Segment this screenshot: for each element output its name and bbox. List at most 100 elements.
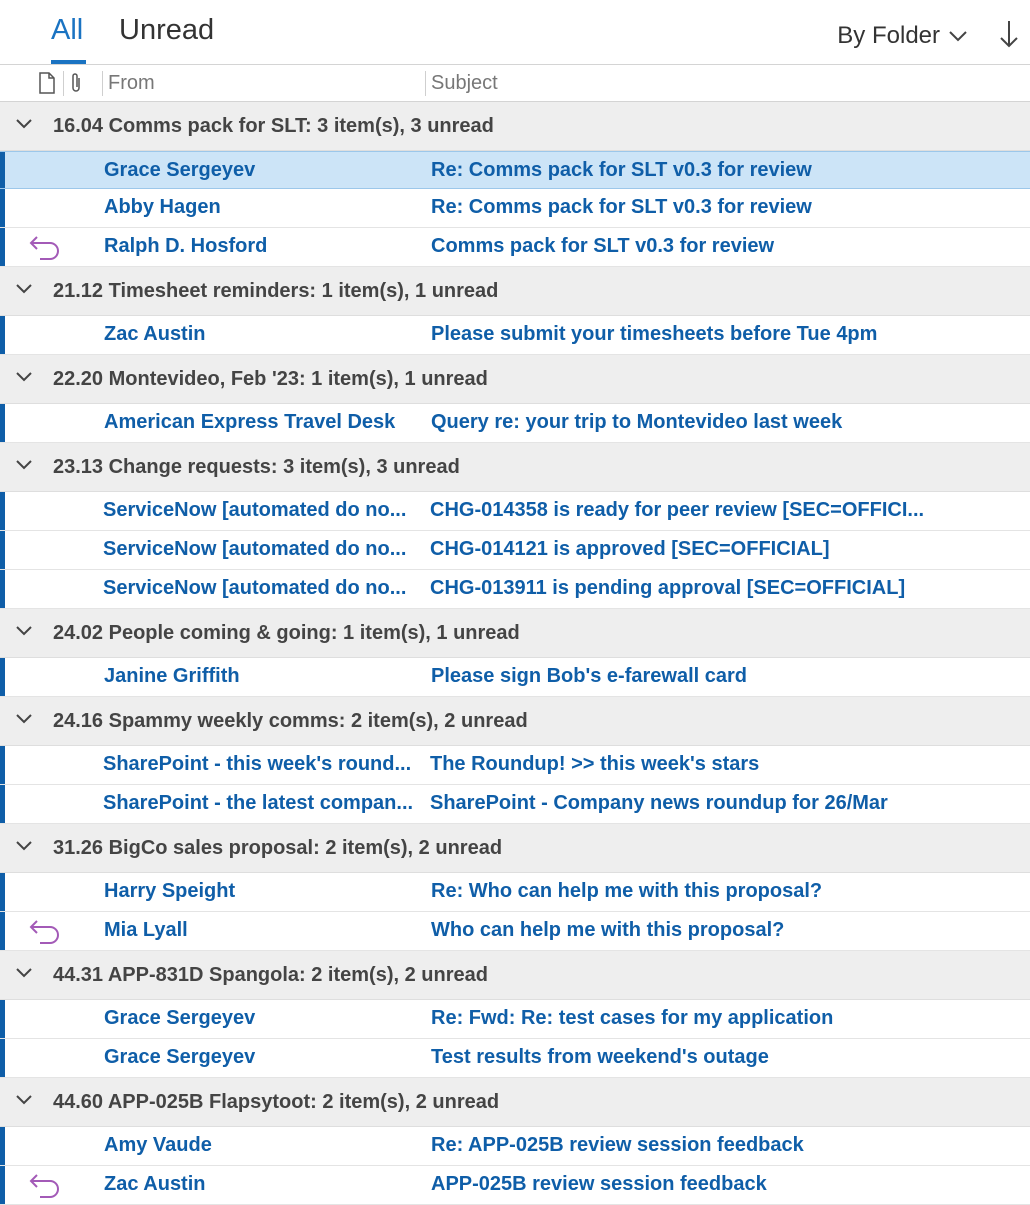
folder-group-label: 31.26 BigCo sales proposal: 2 item(s), 2… [53, 837, 503, 859]
folder-group-header[interactable]: 44.31 APP-831D Spangola: 2 item(s), 2 un… [0, 951, 1030, 1000]
chevron-down-icon [949, 31, 967, 42]
message-subject: CHG-014121 is approved [SEC=OFFICIAL] [430, 538, 830, 560]
folder-group-label: 44.31 APP-831D Spangola: 2 item(s), 2 un… [53, 964, 488, 986]
chevron-down-icon[interactable] [14, 370, 34, 384]
message-row[interactable]: Harry Speight Re: Who can help me with th… [0, 873, 1030, 912]
message-list: 16.04 Comms pack for SLT: 3 item(s), 3 u… [0, 102, 1030, 1205]
chevron-down-icon[interactable] [14, 624, 34, 638]
folder-group-label: 24.16 Spammy weekly comms: 2 item(s), 2 … [53, 710, 528, 732]
chevron-down-icon[interactable] [14, 282, 34, 296]
active-tab-indicator [51, 60, 86, 64]
chevron-down-icon[interactable] [14, 966, 34, 980]
message-row[interactable]: ServiceNow [automated do no... CHG-013911… [0, 570, 1030, 609]
unread-indicator [0, 316, 5, 354]
sort-direction-arrow-icon[interactable] [998, 18, 1020, 50]
unread-indicator [0, 658, 5, 696]
message-row[interactable]: Grace Sergeyev Test results from weekend'… [0, 1039, 1030, 1078]
message-sender: Amy Vaude [104, 1134, 212, 1156]
column-separator[interactable] [63, 71, 64, 96]
folder-group-header[interactable]: 24.02 People coming & going: 1 item(s), … [0, 609, 1030, 658]
message-sender: Janine Griffith [104, 665, 240, 687]
unread-indicator [0, 785, 5, 823]
message-row[interactable]: Grace Sergeyev Re: Comms pack for SLT v0.… [0, 151, 1030, 189]
chevron-down-icon[interactable] [14, 839, 34, 853]
message-sender: Grace Sergeyev [104, 159, 256, 181]
message-row[interactable]: Abby Hagen Re: Comms pack for SLT v0.3 fo… [0, 189, 1030, 228]
message-subject: Please submit your timesheets before Tue… [431, 323, 878, 345]
message-subject: Test results from weekend's outage [431, 1046, 769, 1068]
replied-icon [29, 1174, 59, 1198]
arrange-by-dropdown[interactable]: By Folder [837, 22, 968, 50]
unread-indicator [0, 912, 5, 950]
message-row[interactable]: American Express Travel Desk Query re: yo… [0, 404, 1030, 443]
column-header-subject[interactable]: Subject [431, 72, 498, 95]
message-subject: Comms pack for SLT v0.3 for review [431, 235, 775, 257]
message-sender: ServiceNow [automated do no... [103, 538, 407, 560]
tab-all[interactable]: All [51, 14, 83, 47]
chevron-down-icon[interactable] [14, 117, 34, 131]
message-subject: SharePoint - Company news roundup for 26… [430, 792, 888, 814]
folder-group-label: 44.60 APP-025B Flapsytoot: 2 item(s), 2 … [53, 1091, 500, 1113]
message-sender: SharePoint - the latest compan... [103, 792, 414, 814]
folder-group-header[interactable]: 16.04 Comms pack for SLT: 3 item(s), 3 u… [0, 102, 1030, 151]
unread-indicator [0, 1039, 5, 1077]
message-sender: ServiceNow [automated do no... [103, 499, 407, 521]
tab-unread[interactable]: Unread [119, 14, 214, 47]
message-sender: Mia Lyall [104, 919, 188, 941]
message-sender: SharePoint - this week's round... [103, 753, 412, 775]
folder-group-label: 21.12 Timesheet reminders: 1 item(s), 1 … [53, 280, 499, 302]
chevron-down-icon[interactable] [14, 1093, 34, 1107]
message-sender: Ralph D. Hosford [104, 235, 268, 257]
paperclip-icon[interactable] [68, 72, 84, 94]
folder-group-header[interactable]: 24.16 Spammy weekly comms: 2 item(s), 2 … [0, 697, 1030, 746]
message-subject: APP-025B review session feedback [431, 1173, 767, 1195]
replied-icon [29, 236, 59, 260]
folder-group-header[interactable]: 22.20 Montevideo, Feb '23: 1 item(s), 1 … [0, 355, 1030, 404]
column-separator[interactable] [102, 71, 103, 96]
folder-group-header[interactable]: 21.12 Timesheet reminders: 1 item(s), 1 … [0, 267, 1030, 316]
message-subject: Please sign Bob's e-farewall card [431, 665, 747, 687]
message-subject: Re: APP-025B review session feedback [431, 1134, 804, 1156]
column-header-bar: From Subject [0, 65, 1030, 102]
message-row[interactable]: ServiceNow [automated do no... CHG-014358… [0, 492, 1030, 531]
folder-group-label: 24.02 People coming & going: 1 item(s), … [53, 622, 520, 644]
message-row[interactable]: Mia Lyall Who can help me with this propo… [0, 912, 1030, 951]
chevron-down-icon[interactable] [14, 458, 34, 472]
message-row[interactable]: Amy Vaude Re: APP-025B review session fee… [0, 1127, 1030, 1166]
unread-indicator [0, 189, 5, 227]
message-row[interactable]: ServiceNow [automated do no... CHG-014121… [0, 531, 1030, 570]
message-subject: The Roundup! >> this week's stars [430, 753, 760, 775]
message-subject: CHG-013911 is pending approval [SEC=OFFI… [430, 577, 906, 599]
arrange-by-label: By Folder [837, 22, 940, 49]
message-row[interactable]: Zac Austin Please submit your timesheets … [0, 316, 1030, 355]
unread-indicator [0, 1166, 5, 1204]
column-separator[interactable] [425, 71, 426, 96]
unread-indicator [0, 570, 5, 608]
message-subject: Re: Comms pack for SLT v0.3 for review [431, 159, 812, 181]
message-subject: Re: Fwd: Re: test cases for my applicati… [431, 1007, 834, 1029]
message-row[interactable]: Zac Austin APP-025B review session feedba… [0, 1166, 1030, 1205]
message-row[interactable]: SharePoint - the latest compan... SharePo… [0, 785, 1030, 824]
message-subject: Query re: your trip to Montevideo last w… [431, 411, 843, 433]
folder-group-header[interactable]: 31.26 BigCo sales proposal: 2 item(s), 2… [0, 824, 1030, 873]
folder-group-header[interactable]: 44.60 APP-025B Flapsytoot: 2 item(s), 2 … [0, 1078, 1030, 1127]
document-icon[interactable] [38, 72, 56, 94]
unread-indicator [0, 228, 5, 266]
chevron-down-icon[interactable] [14, 712, 34, 726]
folder-group-header[interactable]: 23.13 Change requests: 3 item(s), 3 unre… [0, 443, 1030, 492]
view-filter-bar: All Unread By Folder [0, 0, 1030, 65]
message-sender: Zac Austin [104, 1173, 206, 1195]
unread-indicator [0, 531, 5, 569]
message-sender: Zac Austin [104, 323, 206, 345]
message-sender: ServiceNow [automated do no... [103, 577, 407, 599]
unread-indicator [0, 152, 5, 188]
message-row[interactable]: SharePoint - this week's round... The Rou… [0, 746, 1030, 785]
column-header-from[interactable]: From [108, 72, 155, 95]
message-subject: Re: Who can help me with this proposal? [431, 880, 823, 902]
message-row[interactable]: Janine Griffith Please sign Bob's e-farew… [0, 658, 1030, 697]
message-sender: Abby Hagen [104, 196, 221, 218]
message-sender: American Express Travel Desk [104, 411, 396, 433]
message-row[interactable]: Ralph D. Hosford Comms pack for SLT v0.3 … [0, 228, 1030, 267]
folder-group-label: 22.20 Montevideo, Feb '23: 1 item(s), 1 … [53, 368, 488, 390]
message-row[interactable]: Grace Sergeyev Re: Fwd: Re: test cases fo… [0, 1000, 1030, 1039]
